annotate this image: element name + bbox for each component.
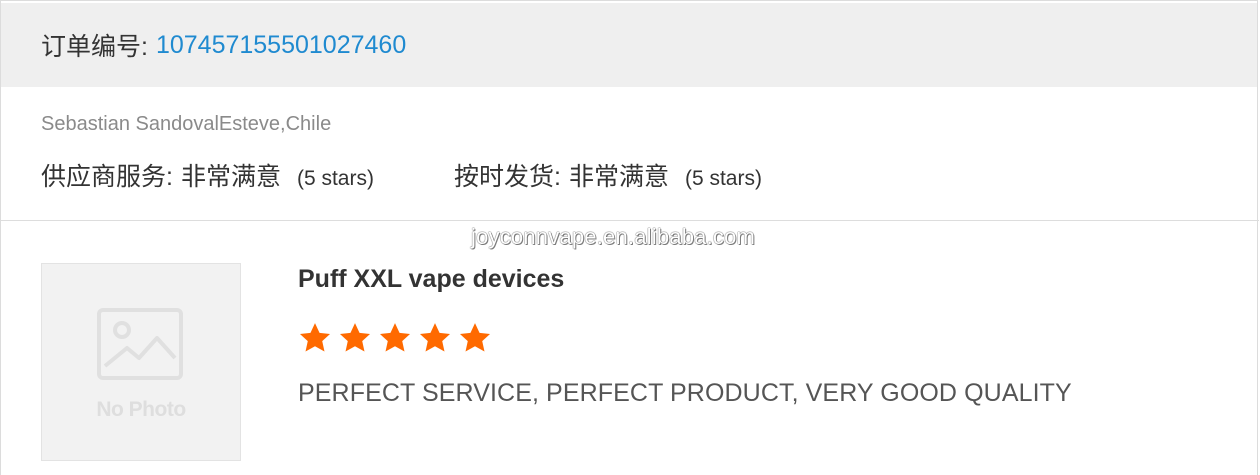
on-time-delivery-rating: 按时发货: 非常满意 (5 stars) xyxy=(454,157,762,193)
on-time-delivery-stars: (5 stars) xyxy=(684,167,762,190)
on-time-delivery-label: 按时发货: xyxy=(453,163,561,191)
reviewer-name: Sebastian SandovalEsteve,Chile xyxy=(41,113,332,135)
star-icon xyxy=(378,321,412,355)
no-photo-label: No Photo xyxy=(96,398,186,421)
order-number-label: 订单编号: xyxy=(41,33,148,61)
review-text: PERFECT SERVICE, PERFECT PRODUCT, VERY G… xyxy=(298,379,1072,407)
review-card: 订单编号: 107457155501027460 Sebastian Sando… xyxy=(0,0,1259,475)
star-icon xyxy=(298,321,332,355)
service-ratings: 供应商服务: 非常满意 (5 stars) 按时发货: 非常满意 (5 star… xyxy=(41,157,762,193)
star-icon xyxy=(338,321,372,355)
order-header: 订单编号: 107457155501027460 xyxy=(1,3,1257,87)
supplier-service-label: 供应商服务: xyxy=(41,163,173,191)
watermark: joyconnvape.en.alibaba.com xyxy=(471,224,756,249)
supplier-service-stars: (5 stars) xyxy=(296,167,374,190)
image-placeholder-icon xyxy=(97,308,183,380)
product-title: Puff XXL vape devices xyxy=(298,265,565,293)
star-icon xyxy=(418,321,452,355)
on-time-delivery-value: 非常满意 xyxy=(568,163,669,191)
section-divider xyxy=(1,220,1259,221)
star-icon xyxy=(458,321,492,355)
product-thumbnail[interactable]: No Photo xyxy=(41,263,241,461)
supplier-service-value: 非常满意 xyxy=(180,163,281,191)
order-number-link[interactable]: 107457155501027460 xyxy=(156,31,406,60)
supplier-service-rating: 供应商服务: 非常满意 (5 stars) xyxy=(41,157,374,193)
star-rating xyxy=(298,321,498,355)
